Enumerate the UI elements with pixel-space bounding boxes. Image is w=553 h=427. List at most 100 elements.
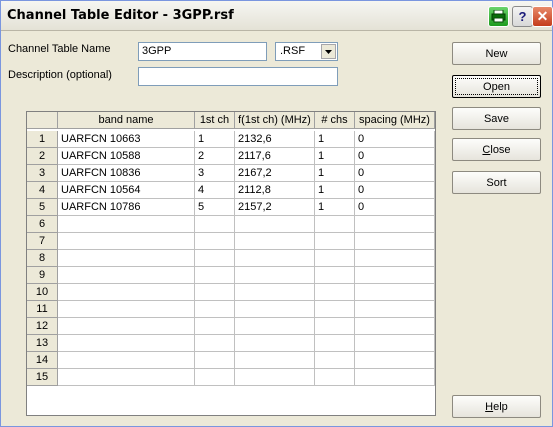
- table-cell[interactable]: UARFCN 10786: [58, 199, 195, 216]
- table-cell[interactable]: [235, 301, 315, 318]
- table-cell[interactable]: 4: [195, 182, 235, 199]
- table-cell[interactable]: 0: [355, 199, 435, 216]
- table-cell[interactable]: [355, 233, 435, 250]
- sort-button[interactable]: Sort: [452, 171, 541, 194]
- row-number[interactable]: 3: [27, 165, 58, 182]
- row-number[interactable]: 13: [27, 335, 58, 352]
- table-cell[interactable]: 0: [355, 182, 435, 199]
- row-number[interactable]: 7: [27, 233, 58, 250]
- table-cell[interactable]: [315, 318, 355, 335]
- table-cell[interactable]: 1: [195, 131, 235, 148]
- table-cell[interactable]: [58, 318, 195, 335]
- row-number[interactable]: 1: [27, 131, 58, 148]
- table-cell[interactable]: [195, 369, 235, 386]
- table-cell[interactable]: [58, 216, 195, 233]
- table-cell[interactable]: [58, 369, 195, 386]
- table-cell[interactable]: UARFCN 10836: [58, 165, 195, 182]
- help-button[interactable]: Help: [452, 395, 541, 418]
- table-cell[interactable]: [355, 216, 435, 233]
- table-cell[interactable]: [195, 284, 235, 301]
- table-cell[interactable]: [315, 267, 355, 284]
- table-cell[interactable]: [235, 352, 315, 369]
- table-cell[interactable]: 2157,2: [235, 199, 315, 216]
- table-cell[interactable]: 0: [355, 148, 435, 165]
- column-header[interactable]: f(1st ch) (MHz): [235, 112, 315, 129]
- table-cell[interactable]: [315, 301, 355, 318]
- table-cell[interactable]: [355, 267, 435, 284]
- table-cell[interactable]: [355, 301, 435, 318]
- close-icon[interactable]: ✕: [532, 6, 553, 27]
- table-cell[interactable]: [195, 301, 235, 318]
- column-header[interactable]: # chs: [315, 112, 355, 129]
- table-cell[interactable]: [195, 335, 235, 352]
- table-cell[interactable]: [315, 335, 355, 352]
- table-cell[interactable]: [235, 284, 315, 301]
- table-cell[interactable]: [355, 284, 435, 301]
- table-cell[interactable]: [58, 301, 195, 318]
- channel-table-name-field[interactable]: 3GPP: [138, 42, 267, 61]
- row-number[interactable]: 6: [27, 216, 58, 233]
- row-number[interactable]: 14: [27, 352, 58, 369]
- table-cell[interactable]: [235, 369, 315, 386]
- table-cell[interactable]: [355, 352, 435, 369]
- table-cell[interactable]: [315, 250, 355, 267]
- table-cell[interactable]: [58, 267, 195, 284]
- table-cell[interactable]: 1: [315, 131, 355, 148]
- table-cell[interactable]: [195, 318, 235, 335]
- table-cell[interactable]: [235, 250, 315, 267]
- new-button[interactable]: New: [452, 42, 541, 65]
- table-cell[interactable]: [58, 250, 195, 267]
- table-cell[interactable]: [315, 233, 355, 250]
- table-cell[interactable]: [315, 352, 355, 369]
- table-cell[interactable]: [315, 284, 355, 301]
- row-number[interactable]: 15: [27, 369, 58, 386]
- column-header[interactable]: band name: [58, 112, 195, 129]
- column-header[interactable]: 1st ch: [195, 112, 235, 129]
- printer-icon[interactable]: [488, 6, 509, 27]
- table-cell[interactable]: [195, 216, 235, 233]
- table-cell[interactable]: 2: [195, 148, 235, 165]
- table-cell[interactable]: 2112,8: [235, 182, 315, 199]
- table-cell[interactable]: [58, 284, 195, 301]
- table-cell[interactable]: [355, 250, 435, 267]
- row-number[interactable]: 11: [27, 301, 58, 318]
- table-cell[interactable]: UARFCN 10663: [58, 131, 195, 148]
- row-number[interactable]: 5: [27, 199, 58, 216]
- table-cell[interactable]: [315, 216, 355, 233]
- table-cell[interactable]: [235, 318, 315, 335]
- row-number[interactable]: 12: [27, 318, 58, 335]
- table-cell[interactable]: [195, 267, 235, 284]
- table-cell[interactable]: [355, 318, 435, 335]
- table-cell[interactable]: [235, 233, 315, 250]
- channel-table-grid[interactable]: band name 1st ch f(1st ch) (MHz) # chs spaci…: [26, 111, 436, 416]
- row-number[interactable]: 10: [27, 284, 58, 301]
- table-cell[interactable]: 1: [315, 148, 355, 165]
- table-cell[interactable]: 1: [315, 165, 355, 182]
- table-cell[interactable]: 0: [355, 165, 435, 182]
- table-cell[interactable]: 0: [355, 131, 435, 148]
- table-cell[interactable]: [235, 335, 315, 352]
- table-cell[interactable]: [315, 369, 355, 386]
- table-cell[interactable]: [58, 335, 195, 352]
- save-button[interactable]: Save: [452, 107, 541, 130]
- table-cell[interactable]: [58, 352, 195, 369]
- table-cell[interactable]: 1: [315, 199, 355, 216]
- help-icon[interactable]: ?: [512, 6, 533, 27]
- table-cell[interactable]: [195, 250, 235, 267]
- file-type-select[interactable]: .RSF: [275, 42, 338, 61]
- table-cell[interactable]: 2167,2: [235, 165, 315, 182]
- chevron-down-icon[interactable]: [321, 44, 336, 59]
- open-button[interactable]: Open: [452, 75, 541, 98]
- table-cell[interactable]: UARFCN 10588: [58, 148, 195, 165]
- table-cell[interactable]: 3: [195, 165, 235, 182]
- table-cell[interactable]: 2132,6: [235, 131, 315, 148]
- row-number[interactable]: 9: [27, 267, 58, 284]
- table-cell[interactable]: 1: [315, 182, 355, 199]
- row-number[interactable]: 8: [27, 250, 58, 267]
- table-cell[interactable]: [235, 267, 315, 284]
- table-cell[interactable]: 5: [195, 199, 235, 216]
- description-field[interactable]: [138, 67, 338, 86]
- table-cell[interactable]: [195, 352, 235, 369]
- table-cell[interactable]: 2117,6: [235, 148, 315, 165]
- row-number[interactable]: 2: [27, 148, 58, 165]
